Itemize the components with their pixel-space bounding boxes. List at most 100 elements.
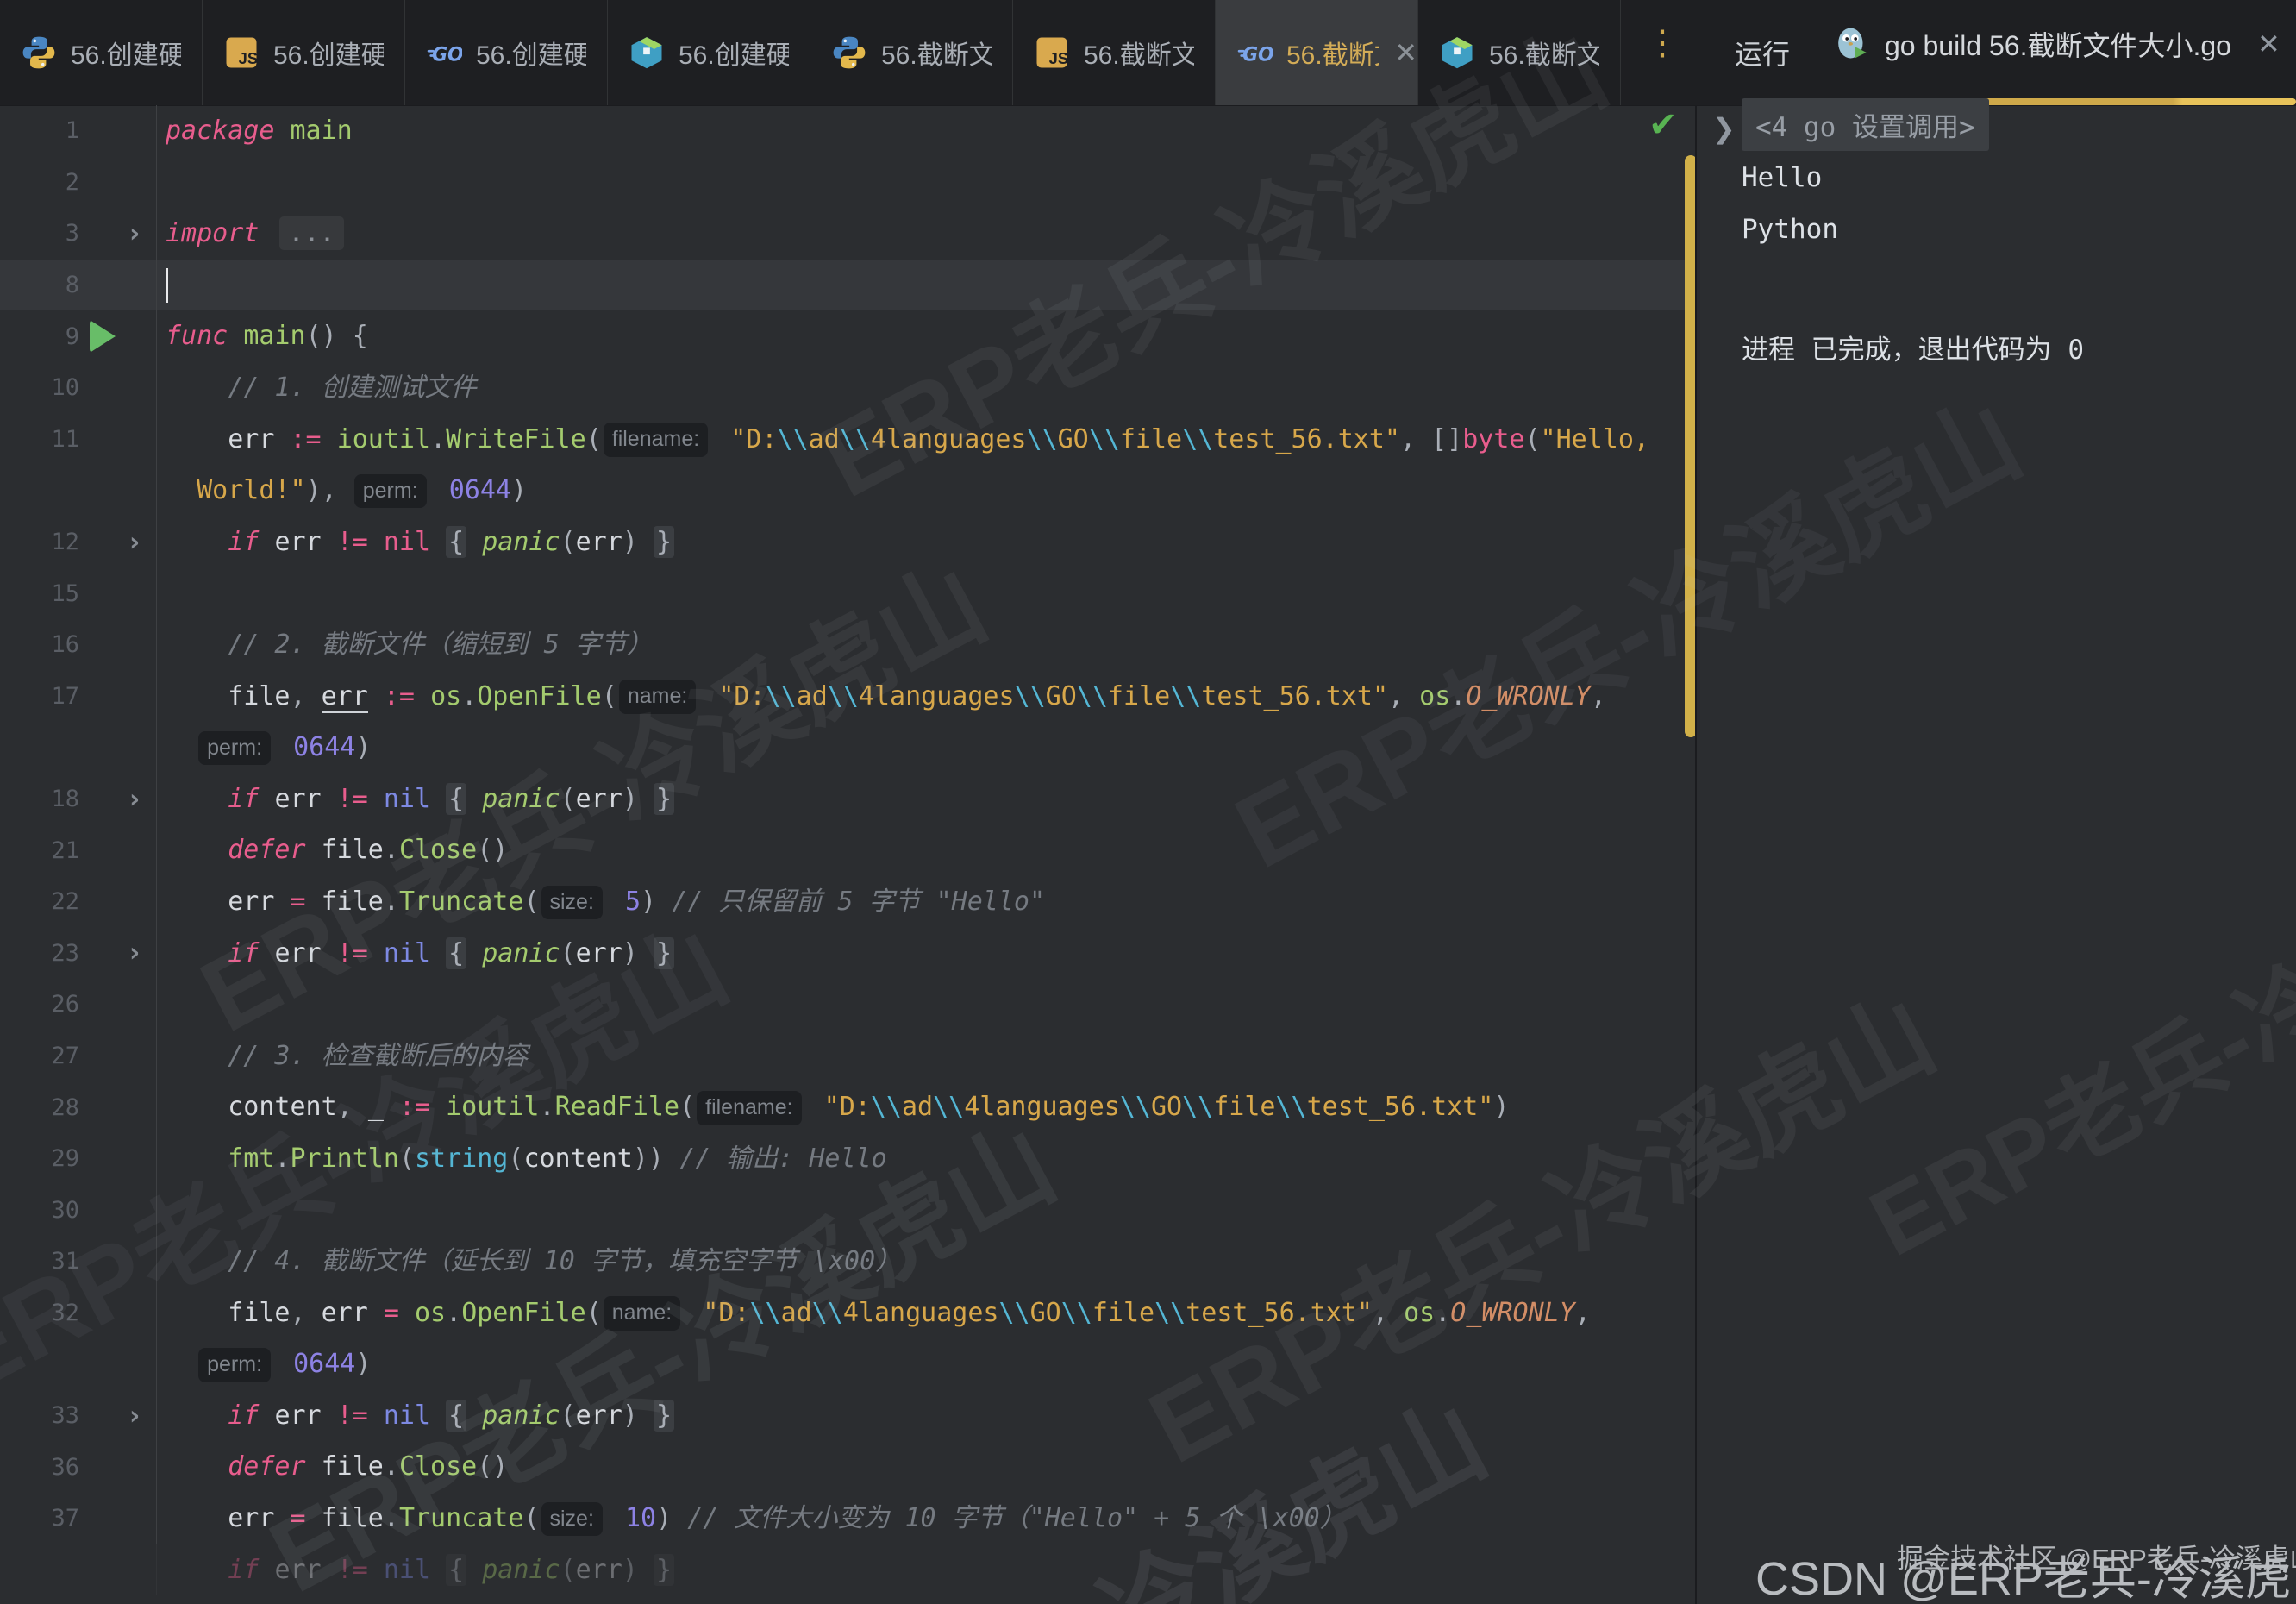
- code-line-18: 18› if err != nil { panic(err) }: [0, 774, 1695, 825]
- inlay-hint: size:: [541, 886, 603, 920]
- gutter: 10: [0, 362, 157, 414]
- code-editor[interactable]: 1package main 2 3›import ... 8 9func main() …: [0, 105, 1695, 1604]
- more-tabs-icon[interactable]: ⋮: [1645, 26, 1680, 60]
- editor-tab-8[interactable]: 56.截断文件: [1418, 0, 1621, 105]
- file-tabs: 56.创建硬链JS56.创建硬链GO56.创建硬链56.创建硬链56.截断文件J…: [0, 0, 1621, 105]
- code-line-3: 3›import ...: [0, 208, 1695, 260]
- fold-arrow-icon[interactable]: ›: [129, 784, 140, 814]
- inlay-hint: filename:: [604, 423, 708, 457]
- fold-arrow-icon[interactable]: ›: [129, 1400, 140, 1431]
- line-number: 9: [0, 323, 156, 350]
- gutter: 17: [0, 671, 157, 723]
- line-number: 21: [0, 837, 156, 864]
- cube-icon: [1439, 34, 1475, 71]
- code-text: // 3. 检查截断后的内容: [157, 1031, 1695, 1082]
- fold-arrow-icon[interactable]: ›: [129, 938, 140, 968]
- svg-text:GO: GO: [432, 45, 462, 66]
- code-line-15: 15: [0, 567, 1695, 619]
- gutter: 32: [0, 1288, 157, 1339]
- code-line-36: 36 defer file.Close(): [0, 1441, 1695, 1493]
- line-number: 28: [0, 1094, 156, 1121]
- code-text: func main() {: [157, 310, 1695, 362]
- code-text: file, err = os.OpenFile(name: "D:\\ad\\4…: [157, 1288, 1695, 1339]
- code-text: file, err := os.OpenFile(name: "D:\\ad\\…: [157, 671, 1695, 723]
- code-line-31: 31 // 4. 截断文件（延长到 10 字节，填充空字节 \x00）: [0, 1236, 1695, 1288]
- code-line-32: 32 file, err = os.OpenFile(name: "D:\\ad…: [0, 1288, 1695, 1339]
- python-icon: [831, 34, 867, 71]
- gutter: 26: [0, 979, 157, 1031]
- gutter: 33›: [0, 1390, 157, 1442]
- editor-tab-4[interactable]: 56.创建硬链: [608, 0, 810, 105]
- code-text: perm: 0644): [157, 1338, 1695, 1390]
- run-output-panel: ❯ <4 go 设置调用> Hello Python 进程 已完成，退出代码为 …: [1695, 105, 2296, 1604]
- code-line-wrap: if err != nil { panic(err) }: [0, 1544, 1695, 1596]
- gutter: 27: [0, 1031, 157, 1082]
- code-text: if err != nil { panic(err) }: [157, 928, 1695, 980]
- gutter: 3›: [0, 208, 157, 260]
- chevron-right-icon[interactable]: ❯: [1712, 112, 1736, 145]
- line-number: 32: [0, 1300, 156, 1326]
- line-number: 17: [0, 683, 156, 710]
- code-line-30: 30: [0, 1184, 1695, 1236]
- editor-tab-3[interactable]: GO 56.创建硬链: [405, 0, 608, 105]
- code-line-37: 37 err = file.Truncate(size: 10) // 文件大小…: [0, 1493, 1695, 1544]
- output-line: Hello: [1742, 162, 1822, 193]
- ide-window: 56.创建硬链JS56.创建硬链GO56.创建硬链56.创建硬链56.截断文件J…: [0, 0, 2296, 1604]
- tab-label: 56.创建硬链: [273, 34, 384, 72]
- gutter: 11: [0, 414, 157, 466]
- gutter: 22: [0, 876, 157, 928]
- code-text: perm: 0644): [157, 722, 1695, 774]
- code-text: // 1. 创建测试文件: [157, 362, 1695, 414]
- code-line-26: 26: [0, 979, 1695, 1031]
- code-line-8: 8: [0, 260, 1695, 311]
- fold-arrow-icon[interactable]: ›: [129, 527, 140, 557]
- code-text: if err != nil { panic(err) }: [157, 517, 1695, 568]
- run-menu-label[interactable]: 运行: [1735, 33, 1790, 72]
- line-number: 27: [0, 1043, 156, 1069]
- js-icon: JS: [1034, 34, 1070, 71]
- fold-arrow-icon[interactable]: ›: [129, 218, 140, 248]
- code-line-12: 12› if err != nil { panic(err) }: [0, 517, 1695, 568]
- go-icon: GO: [426, 34, 462, 71]
- code-line-21: 21 defer file.Close(): [0, 824, 1695, 876]
- gutter: 36: [0, 1441, 157, 1493]
- output-line: Python: [1742, 214, 1838, 245]
- line-number: 1: [0, 117, 156, 144]
- code-text: World!"), perm: 0644): [157, 465, 1695, 517]
- code-line-29: 29 fmt.Println(string(content)) // 输出: H…: [0, 1133, 1695, 1185]
- editor-tab-6[interactable]: JS56.截断文件: [1013, 0, 1216, 105]
- gutter: 15: [0, 567, 157, 619]
- editor-tab-2[interactable]: JS 56.创建硬链: [203, 0, 405, 105]
- code-text: if err != nil { panic(err) }: [157, 1544, 1695, 1596]
- editor-tab-1[interactable]: 56.创建硬链: [0, 0, 203, 105]
- text-cursor: [166, 268, 168, 303]
- gutter: [0, 465, 157, 517]
- gutter: [0, 1338, 157, 1390]
- editor-tab-7-active[interactable]: GO56.截断文✕: [1216, 0, 1418, 105]
- run-configuration-tab[interactable]: go build 56.截断文件大小.go ✕: [1835, 24, 2280, 64]
- code-line-1: 1package main: [0, 105, 1695, 157]
- csdn-watermark: CSDN @ERP老兵-冷溪虎山: [1755, 1540, 2296, 1604]
- gutter: [0, 1544, 157, 1596]
- editor-tab-5[interactable]: 56.截断文件: [810, 0, 1013, 105]
- close-run-config-icon[interactable]: ✕: [2257, 28, 2280, 60]
- line-number: 2: [0, 169, 156, 196]
- gutter: 31: [0, 1236, 157, 1288]
- code-line-17: 17 file, err := os.OpenFile(name: "D:\\a…: [0, 671, 1695, 723]
- line-number: 8: [0, 272, 156, 298]
- code-text: // 2. 截断文件（缩短到 5 字节）: [157, 619, 1695, 671]
- inspections-check-icon[interactable]: ✔: [1648, 105, 1678, 145]
- svg-text:GO: GO: [1242, 45, 1273, 66]
- gutter: 2: [0, 157, 157, 209]
- tab-label: 56.创建硬链: [476, 34, 586, 72]
- gopher-icon: [1835, 26, 1871, 62]
- close-tab-icon[interactable]: ✕: [1394, 36, 1417, 69]
- inlay-hint: filename:: [697, 1091, 801, 1125]
- run-main-icon[interactable]: [90, 320, 116, 353]
- gutter: 18›: [0, 774, 157, 825]
- svg-text:JS: JS: [239, 49, 258, 67]
- tab-label: 56.创建硬链: [71, 34, 181, 72]
- line-number: 11: [0, 426, 156, 453]
- run-command-header: <4 go 设置调用>: [1742, 98, 1989, 151]
- cube-icon: [629, 34, 665, 71]
